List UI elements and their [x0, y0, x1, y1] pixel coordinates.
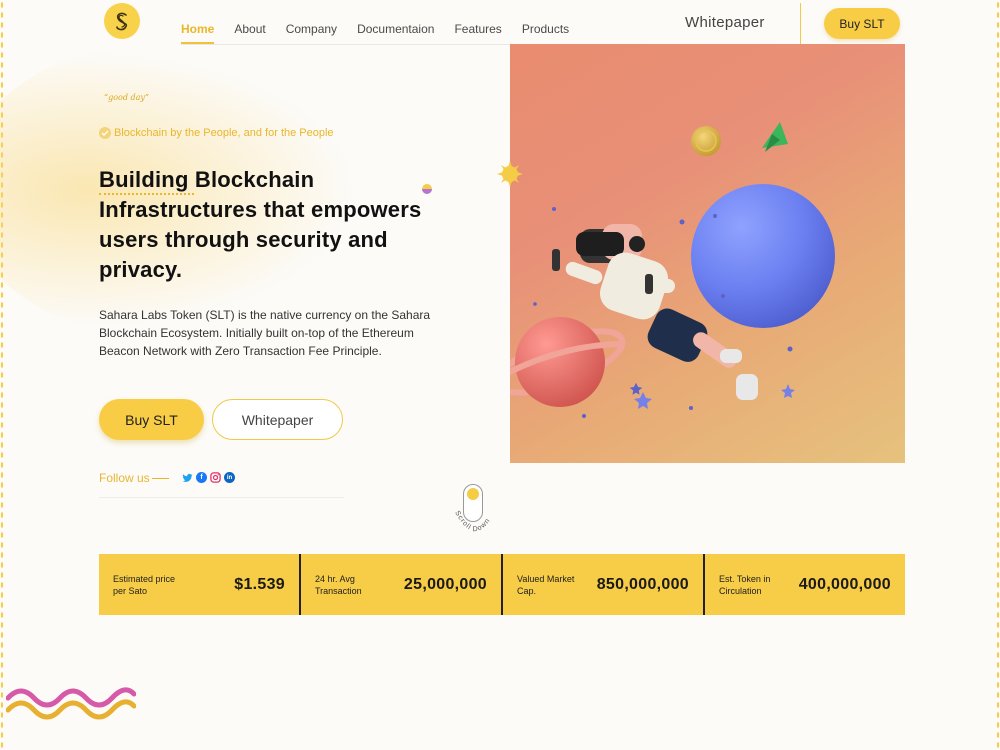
hero-description: Sahara Labs Token (SLT) is the native cu… — [99, 308, 431, 358]
buy-slt-button[interactable]: Buy SLT — [99, 399, 204, 440]
wave-decoration — [6, 687, 136, 720]
whitepaper-button[interactable]: Whitepaper — [212, 399, 343, 440]
follow-divider — [99, 497, 344, 498]
check-badge-icon — [99, 127, 111, 139]
facebook-icon[interactable]: f — [196, 472, 207, 483]
svg-text:Scroll Down: Scroll Down — [453, 510, 492, 533]
instagram-icon[interactable] — [210, 472, 221, 483]
header-buy-button[interactable]: Buy SLT — [824, 8, 900, 39]
follow-dash — [151, 477, 169, 479]
greeting-text: “good day” — [104, 93, 150, 102]
nav-item-products[interactable]: Products — [522, 0, 569, 44]
stat-price: Estimated price per Sato $1.539 — [99, 554, 301, 615]
twitter-icon[interactable] — [182, 472, 193, 483]
logo[interactable] — [104, 3, 140, 39]
nav-item-about[interactable]: About — [234, 0, 265, 44]
tagline: Blockchain by the People, and for the Pe… — [99, 127, 334, 139]
scroll-ball — [467, 488, 479, 500]
social-links: f in — [182, 472, 235, 483]
hero-title: Building Blockchain Infrastructures that… — [99, 167, 422, 282]
scroll-label: Scroll Down — [453, 510, 491, 533]
stats-bar: Estimated price per Sato $1.539 24 hr. A… — [99, 554, 905, 615]
title-underline — [99, 193, 194, 195]
nav-item-home[interactable]: Home — [181, 0, 215, 44]
scroll-label-arc: Scroll Down — [453, 510, 492, 533]
stat-market-cap: Valued Market Cap. 850,000,000 — [503, 554, 705, 615]
nav-item-documentation[interactable]: Documentaion — [357, 0, 434, 44]
stat-value: 400,000,000 — [798, 575, 891, 593]
right-dot-border — [996, 0, 1000, 750]
hero-illustration — [510, 44, 905, 463]
stat-label: Valued Market Cap. — [517, 573, 575, 596]
stat-value: 850,000,000 — [596, 575, 689, 593]
stat-circulation: Est. Token in Circulation 400,000,000 — [705, 554, 905, 615]
main-nav: Home About Company Documentaion Features… — [181, 0, 569, 44]
stat-value: 25,000,000 — [403, 575, 487, 593]
logo-icon — [116, 12, 128, 31]
stat-transactions: 24 hr. Avg Transaction 25,000,000 — [301, 554, 503, 615]
tagline-text: Blockchain by the People, and for the Pe… — [114, 127, 334, 139]
stat-label: Estimated price per Sato — [113, 573, 176, 596]
header-whitepaper-link[interactable]: Whitepaper — [685, 14, 765, 31]
decorative-dot — [422, 184, 432, 194]
stat-label: 24 hr. Avg Transaction — [315, 573, 362, 596]
nav-item-features[interactable]: Features — [454, 0, 501, 44]
linkedin-icon[interactable]: in — [224, 472, 235, 483]
stat-label: Est. Token in Circulation — [719, 573, 771, 596]
sun-decoration — [497, 161, 523, 187]
stat-value: $1.539 — [234, 575, 285, 593]
follow-label: Follow us — [99, 471, 150, 485]
nav-item-company[interactable]: Company — [286, 0, 337, 44]
follow-us: Follow us — [99, 471, 169, 485]
header-separator — [800, 3, 801, 45]
